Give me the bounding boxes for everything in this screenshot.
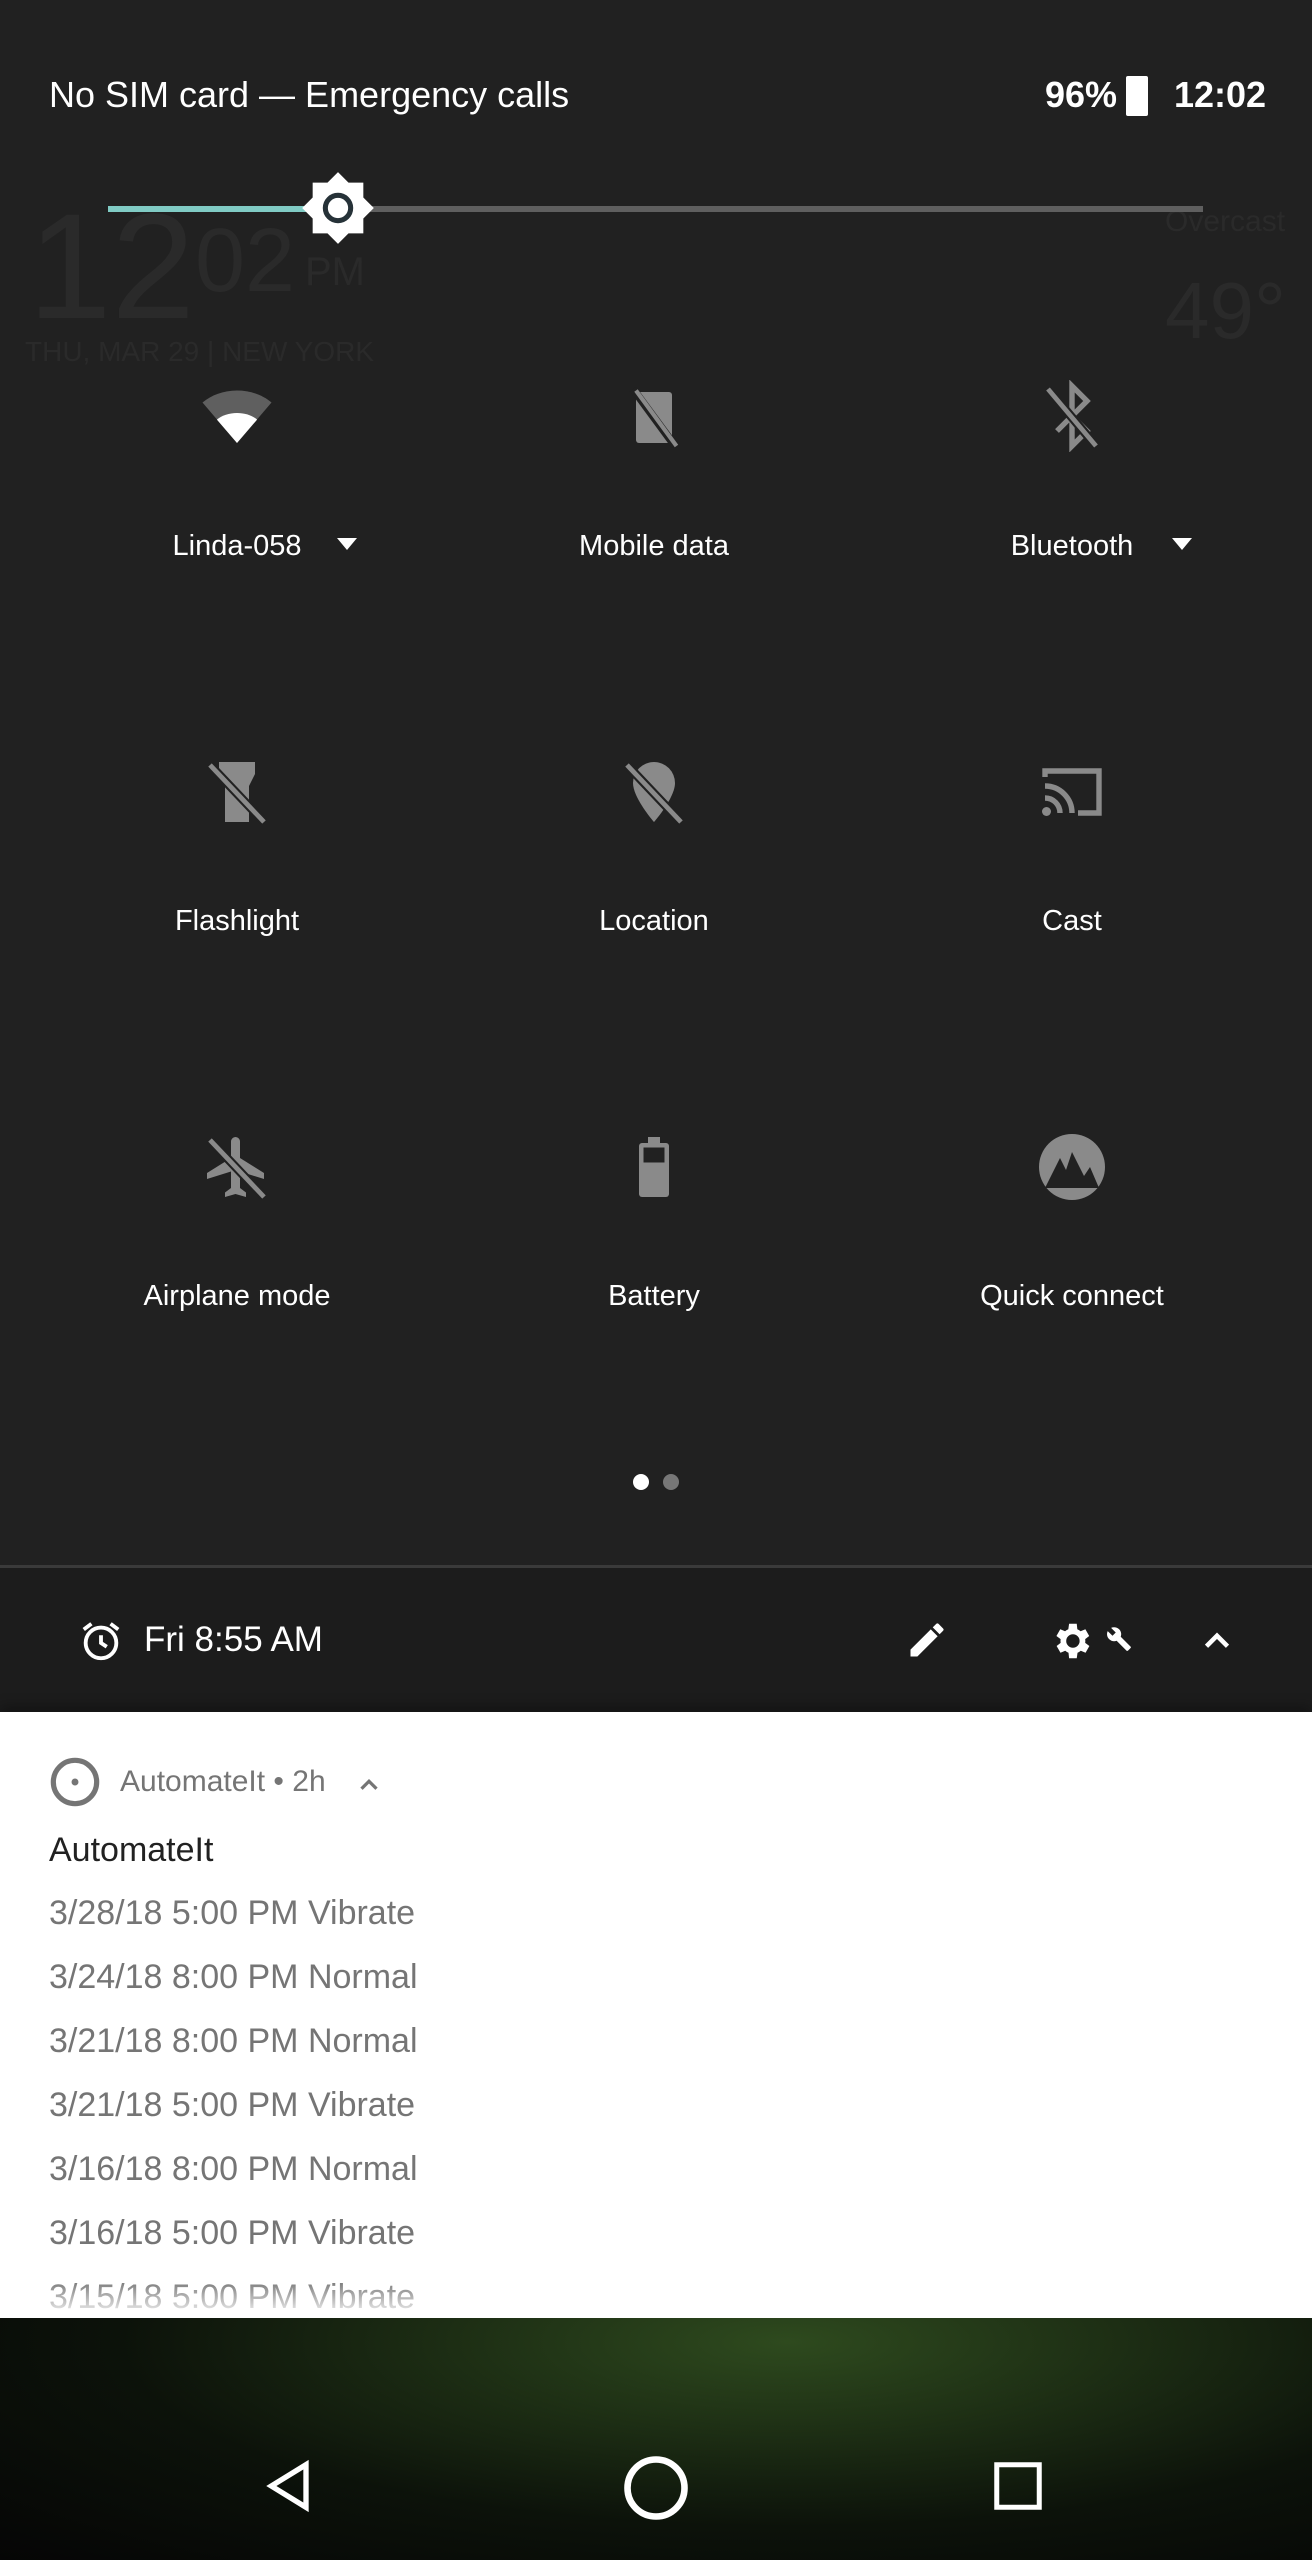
notification-separator: • <box>273 1765 284 1798</box>
clock: 12:02 <box>1174 74 1267 115</box>
page-dot-2[interactable] <box>663 1474 679 1490</box>
notification-line: 3/16/18 8:00 PM Normal <box>49 2150 418 2188</box>
edit-pencil-icon[interactable] <box>905 1618 949 1662</box>
cast-icon <box>1042 768 1102 816</box>
alarm-icon[interactable] <box>78 1618 124 1664</box>
tile-label: Mobile data <box>579 530 729 562</box>
notification-title: AutomateIt <box>49 1831 214 1869</box>
battery-icon <box>639 1137 669 1197</box>
tile-label: Flashlight <box>174 905 300 937</box>
fade <box>0 2280 1312 2318</box>
back-icon[interactable] <box>258 2454 322 2518</box>
wrench-icon <box>1107 1627 1131 1651</box>
tile-label: Location <box>599 905 709 937</box>
dropdown-arrow-icon[interactable] <box>337 538 357 554</box>
bluetooth-off-icon <box>1044 380 1100 452</box>
notification-age: 2h <box>292 1765 326 1798</box>
battery-status-icon <box>1126 76 1148 116</box>
home-icon[interactable] <box>620 2452 692 2524</box>
brightness-thumb-icon[interactable] <box>300 170 376 246</box>
bg-clock-minutes: 02 <box>195 211 296 311</box>
collapse-chevron-up-icon[interactable] <box>1196 1620 1238 1662</box>
tile-label: Quick connect <box>980 1280 1164 1312</box>
airplane-off-icon <box>206 1136 268 1201</box>
notification-header[interactable]: AutomateIt • 2h <box>120 1765 326 1799</box>
settings-gear-icon[interactable] <box>1048 1618 1094 1664</box>
notification-line: 3/24/18 8:00 PM Normal <box>49 1958 418 1996</box>
flashlight-off-icon <box>206 761 268 826</box>
notification-app-name: AutomateIt <box>120 1765 266 1798</box>
bg-date: THU, MAR 29 | NEW YORK <box>25 336 375 367</box>
next-alarm[interactable]: Fri 8:55 AM <box>144 1620 323 1660</box>
tile-label: Linda-058 <box>172 530 302 562</box>
automateit-app-icon <box>50 1757 100 1807</box>
mobile-data-off-icon <box>629 386 679 449</box>
battery-percent: 96% <box>1045 74 1118 115</box>
quick-connect-icon <box>1039 1134 1105 1200</box>
page-dot-1[interactable] <box>633 1474 649 1490</box>
tile-label: Bluetooth <box>1010 530 1134 562</box>
location-off-icon <box>623 761 685 826</box>
tile-label: Airplane mode <box>143 1280 331 1312</box>
tile-label: Cast <box>1042 905 1102 937</box>
notification-line: 3/21/18 5:00 PM Vibrate <box>49 2086 416 2124</box>
recents-icon[interactable] <box>988 2456 1048 2516</box>
dropdown-arrow-icon[interactable] <box>1172 538 1192 554</box>
bg-clock-ampm: PM <box>305 250 365 294</box>
carrier-text: No SIM card — Emergency calls <box>49 74 570 115</box>
bg-temp: 49° <box>1165 266 1286 355</box>
tile-label: Battery <box>608 1280 700 1312</box>
notification-line: 3/28/18 5:00 PM Vibrate <box>49 1894 416 1932</box>
wifi-icon <box>202 390 272 443</box>
brightness-slider[interactable] <box>108 206 1203 212</box>
notification-line: 3/21/18 8:00 PM Normal <box>49 2022 418 2060</box>
notification-line: 3/16/18 5:00 PM Vibrate <box>49 2214 416 2252</box>
notification-collapse-chevron-icon[interactable] <box>354 1770 384 1800</box>
